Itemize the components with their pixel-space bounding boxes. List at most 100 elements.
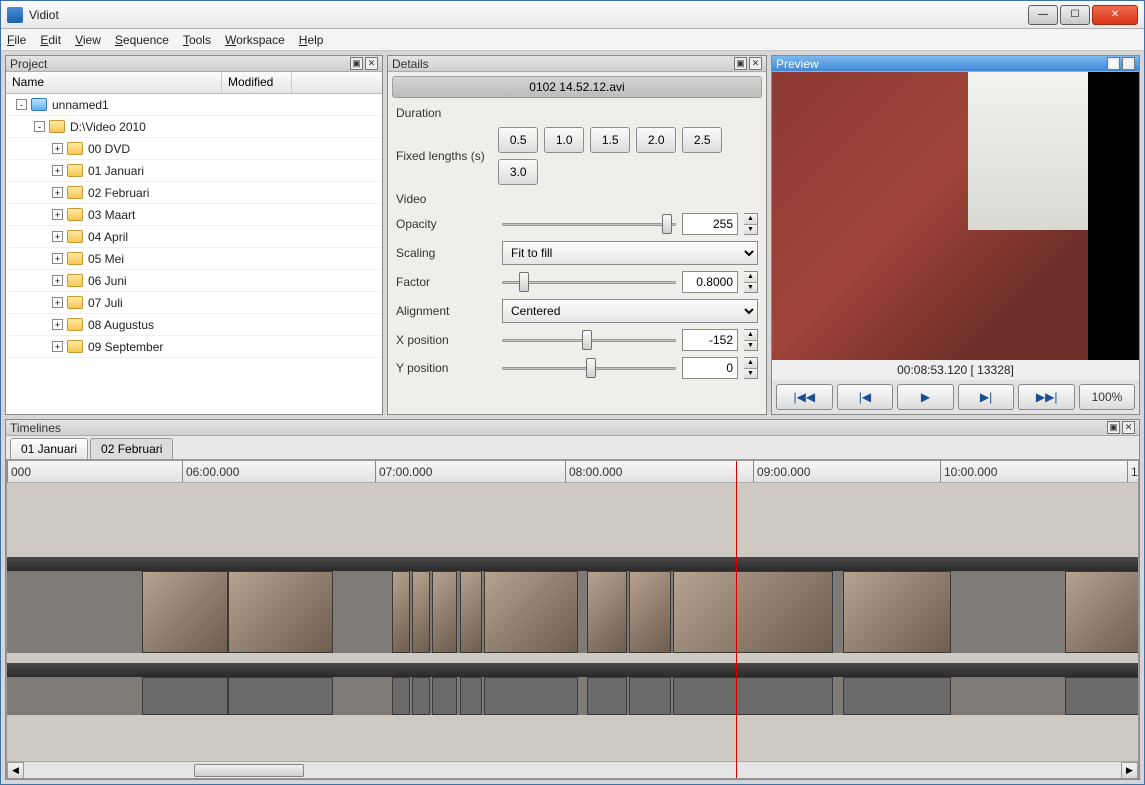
close-icon[interactable]: ✕ bbox=[1122, 421, 1135, 434]
project-panel-header[interactable]: Project ▣ ✕ bbox=[6, 56, 382, 72]
opacity-spinner[interactable]: ▲▼ bbox=[744, 213, 758, 235]
tree-item[interactable]: +09 September bbox=[6, 336, 382, 358]
pin-icon[interactable]: ▣ bbox=[734, 57, 747, 70]
clip[interactable]: 0102 12.32.48.avi bbox=[484, 677, 578, 715]
goto-end-button[interactable]: ▶▶| bbox=[1018, 384, 1075, 410]
menu-help[interactable]: Help bbox=[299, 33, 324, 47]
menu-sequence[interactable]: Sequence bbox=[115, 33, 169, 47]
tree-item[interactable]: +08 Augustus bbox=[6, 314, 382, 336]
pin-icon[interactable]: ▣ bbox=[350, 57, 363, 70]
ypos-value[interactable] bbox=[682, 357, 738, 379]
length-button[interactable]: 1.0 bbox=[544, 127, 584, 153]
expand-icon[interactable]: + bbox=[52, 187, 63, 198]
timeline-tab[interactable]: 02 Februari bbox=[90, 438, 173, 459]
clip[interactable]: 0102 11.55.48.avi bbox=[142, 677, 228, 715]
length-button[interactable]: 1.5 bbox=[590, 127, 630, 153]
xpos-spinner[interactable]: ▲▼ bbox=[744, 329, 758, 351]
clip[interactable]: 0102 bbox=[392, 677, 410, 715]
timeline-body[interactable]: 00006:00.00007:00.00008:00.00009:00.0001… bbox=[6, 460, 1139, 779]
length-button[interactable]: 2.0 bbox=[636, 127, 676, 153]
tree-item[interactable]: +01 Januari bbox=[6, 160, 382, 182]
clip[interactable]: 0102 bbox=[412, 677, 430, 715]
ypos-slider[interactable] bbox=[502, 357, 676, 379]
close-button[interactable]: ✕ bbox=[1092, 5, 1138, 25]
clip[interactable]: 0102 1 bbox=[432, 677, 457, 715]
tree-item[interactable]: +06 Juni bbox=[6, 270, 382, 292]
menu-tools[interactable]: Tools bbox=[183, 33, 211, 47]
clip[interactable]: 0102 12.24.40.avi bbox=[228, 677, 333, 715]
clip[interactable]: 0102 12. bbox=[587, 677, 627, 715]
clip[interactable]: 0102 bbox=[412, 571, 430, 653]
expand-icon[interactable]: + bbox=[52, 209, 63, 220]
clip[interactable]: 0102 bbox=[392, 571, 410, 653]
details-panel-header[interactable]: Details ▣ ✕ bbox=[388, 56, 766, 72]
clip[interactable]: 0102 1 bbox=[432, 571, 457, 653]
alignment-select[interactable]: Centered bbox=[502, 299, 758, 323]
project-tree[interactable]: -unnamed1-D:\Video 2010+00 DVD+01 Januar… bbox=[6, 94, 382, 414]
menu-file[interactable]: File bbox=[7, 33, 26, 47]
tree-item[interactable]: +03 Maart bbox=[6, 204, 382, 226]
close-icon[interactable]: ✕ bbox=[365, 57, 378, 70]
clip[interactable]: 0102 12.40 bbox=[629, 571, 671, 653]
clip[interactable]: 0102 12.24.40.avi bbox=[228, 571, 333, 653]
close-icon[interactable]: ✕ bbox=[749, 57, 762, 70]
clip[interactable]: 0102 15.30.34.a bbox=[1065, 571, 1139, 653]
col-name[interactable]: Name bbox=[6, 72, 222, 93]
clip[interactable]: 0102 15.29.20.avi bbox=[843, 571, 951, 653]
expand-icon[interactable]: + bbox=[52, 275, 63, 286]
xpos-value[interactable] bbox=[682, 329, 738, 351]
scaling-select[interactable]: Fit to fill bbox=[502, 241, 758, 265]
zoom-button[interactable]: 100% bbox=[1079, 384, 1135, 410]
expand-icon[interactable]: + bbox=[52, 231, 63, 242]
length-button[interactable]: 2.5 bbox=[682, 127, 722, 153]
tree-item[interactable]: -D:\Video 2010 bbox=[6, 116, 382, 138]
menu-workspace[interactable]: Workspace bbox=[225, 33, 285, 47]
clip[interactable]: 0102 11.55.48.avi bbox=[142, 571, 228, 653]
opacity-slider[interactable] bbox=[502, 213, 676, 235]
pin-icon[interactable]: ▣ bbox=[1107, 57, 1120, 70]
tree-item[interactable]: +07 Juli bbox=[6, 292, 382, 314]
clip[interactable]: 0102 15.29.20.avi bbox=[843, 677, 951, 715]
minimize-button[interactable]: — bbox=[1028, 5, 1058, 25]
scrollbar-thumb[interactable] bbox=[194, 764, 304, 777]
next-frame-button[interactable]: ▶| bbox=[958, 384, 1015, 410]
timeline-tab[interactable]: 01 Januari bbox=[10, 438, 88, 459]
close-icon[interactable]: ✕ bbox=[1122, 57, 1135, 70]
factor-value[interactable] bbox=[682, 271, 738, 293]
video-track[interactable]: 0102 11.55.48.avi0102 12.24.40.avi010201… bbox=[7, 571, 1138, 653]
opacity-value[interactable] bbox=[682, 213, 738, 235]
audio-track[interactable]: 0102 11.55.48.avi0102 12.24.40.avi010201… bbox=[7, 677, 1138, 715]
timelines-panel-header[interactable]: Timelines ▣ ✕ bbox=[6, 420, 1139, 436]
play-button[interactable]: ▶ bbox=[897, 384, 954, 410]
preview-viewport[interactable] bbox=[772, 72, 1139, 360]
tree-item[interactable]: +02 Februari bbox=[6, 182, 382, 204]
maximize-button[interactable]: ☐ bbox=[1060, 5, 1090, 25]
col-modified[interactable]: Modified bbox=[222, 72, 292, 93]
length-button[interactable]: 3.0 bbox=[498, 159, 538, 185]
scroll-left-button[interactable]: ◀ bbox=[7, 762, 24, 779]
clip[interactable]: 0102 bbox=[460, 677, 482, 715]
clip[interactable]: 0102 14.52.12.avi bbox=[673, 571, 833, 653]
factor-spinner[interactable]: ▲▼ bbox=[744, 271, 758, 293]
tree-item[interactable]: -unnamed1 bbox=[6, 94, 382, 116]
clip[interactable]: 0102 12. bbox=[587, 571, 627, 653]
expand-icon[interactable]: - bbox=[34, 121, 45, 132]
expand-icon[interactable]: + bbox=[52, 319, 63, 330]
prev-frame-button[interactable]: |◀ bbox=[837, 384, 894, 410]
expand-icon[interactable]: + bbox=[52, 253, 63, 264]
tree-item[interactable]: +00 DVD bbox=[6, 138, 382, 160]
factor-slider[interactable] bbox=[502, 271, 676, 293]
timeline-scrollbar[interactable]: ◀ ▶ bbox=[7, 761, 1138, 778]
clip[interactable]: 0102 14.52.12.avi bbox=[673, 677, 833, 715]
clip[interactable]: 0102 bbox=[460, 571, 482, 653]
timeline-ruler[interactable]: 00006:00.00007:00.00008:00.00009:00.0001… bbox=[7, 461, 1138, 483]
goto-start-button[interactable]: |◀◀ bbox=[776, 384, 833, 410]
ypos-spinner[interactable]: ▲▼ bbox=[744, 357, 758, 379]
length-button[interactable]: 0.5 bbox=[498, 127, 538, 153]
titlebar[interactable]: Vidiot — ☐ ✕ bbox=[1, 1, 1144, 29]
preview-panel-header[interactable]: Preview ▣ ✕ bbox=[772, 56, 1139, 72]
expand-icon[interactable]: + bbox=[52, 297, 63, 308]
xpos-slider[interactable] bbox=[502, 329, 676, 351]
clip[interactable]: 0102 15.30.34.a bbox=[1065, 677, 1139, 715]
playhead[interactable] bbox=[736, 461, 737, 778]
